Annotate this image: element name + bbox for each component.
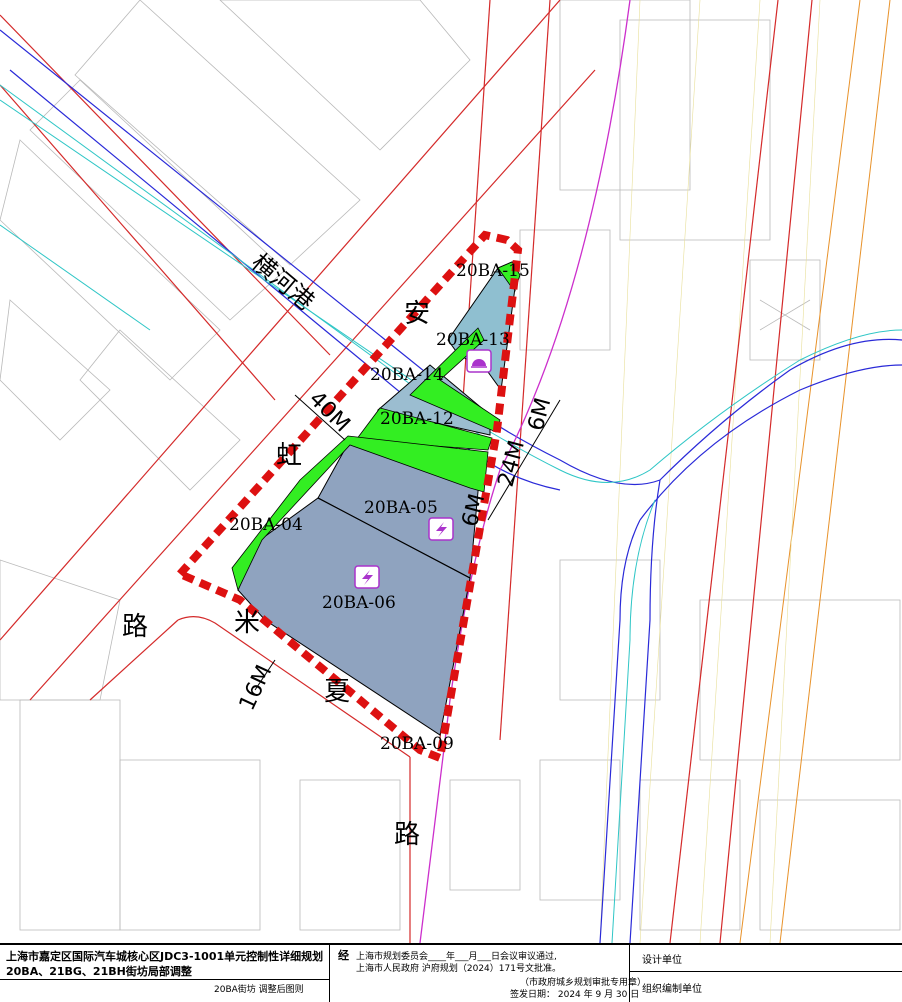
approval-cell: 经 上海市规划委员会____年___月___日会议审议通过, 上海市人民政府 沪…: [330, 945, 646, 1002]
parcel-label-20BA-12: 20BA-12: [380, 409, 454, 429]
units-cell: 设计单位 组织编制单位: [630, 945, 902, 1002]
design-unit: 设计单位: [642, 955, 682, 966]
parcel-label-20BA-09: 20BA-09: [380, 734, 454, 754]
street-char-hong: 虹: [276, 441, 302, 471]
street-char-lu2: 路: [394, 820, 420, 850]
street-char-an: 安: [404, 299, 430, 329]
parcel-label-20BA-15: 20BA-15: [456, 261, 530, 281]
substation-icon: [466, 349, 492, 373]
parcel-label-20BA-05: 20BA-05: [364, 498, 438, 518]
street-char-mi: 米: [234, 608, 260, 638]
power-icon: [428, 517, 454, 541]
plan-title: 上海市嘉定区国际汽车城核心区JDC3-1001单元控制性详细规划: [6, 950, 324, 963]
drawing-name: 20BA街坊 调整后图则: [214, 985, 304, 995]
title-cell: 上海市嘉定区国际汽车城核心区JDC3-1001单元控制性详细规划 20BA、21…: [0, 945, 330, 1002]
parcel-label-20BA-06: 20BA-06: [322, 593, 396, 613]
parcel-label-20BA-13: 20BA-13: [436, 330, 510, 350]
title-block: 上海市嘉定区国际汽车城核心区JDC3-1001单元控制性详细规划 20BA、21…: [0, 943, 902, 1002]
power-icon: [354, 565, 380, 589]
compile-unit: 组织编制单位: [642, 984, 702, 995]
parcel-label-20BA-14: 20BA-14: [370, 365, 444, 385]
street-char-lu: 路: [122, 612, 148, 642]
planning-map: 20BA-15 20BA-13 20BA-14 20BA-12 20BA-05 …: [0, 0, 902, 943]
approval-prefix: 经: [338, 949, 349, 962]
sign-date: 签发日期： 2024 年 9 月 30 日: [510, 990, 640, 1000]
parcel-label-20BA-04: 20BA-04: [229, 515, 303, 535]
approval-line2: 上海市人民政府 沪府规划（2024）171号文批准。: [356, 964, 561, 974]
plan-subtitle: 20BA、21BG、21BH街坊局部调整: [6, 965, 192, 978]
street-char-xia: 夏: [324, 677, 350, 707]
